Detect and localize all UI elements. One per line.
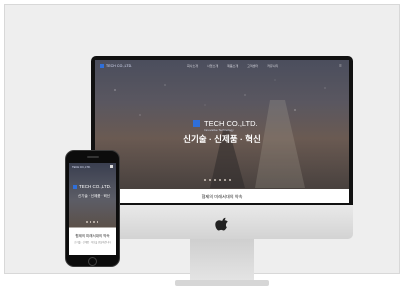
menu-icon[interactable]: ☰: [339, 64, 342, 68]
slider-dot[interactable]: [224, 179, 226, 181]
home-button[interactable]: [88, 257, 97, 266]
nav-item[interactable]: 커뮤니티: [267, 64, 278, 68]
desktop-navbar: TECH CO.,LTD. 회사소개 사업소개 제품소개 고객센터 커뮤니티 ☰: [95, 60, 349, 74]
slider-dot[interactable]: [86, 221, 88, 223]
hamburger-icon[interactable]: [110, 165, 113, 168]
slider-dot[interactable]: [229, 179, 231, 181]
slider-dot[interactable]: [93, 221, 95, 223]
slider-pagination: [204, 179, 231, 181]
phone-speaker: [87, 156, 99, 158]
nav-item[interactable]: 제품소개: [227, 64, 238, 68]
mobile-slider-pagination: [86, 221, 98, 223]
desktop-monitor: TECH CO.,LTD. 회사소개 사업소개 제품소개 고객센터 커뮤니티 ☰…: [91, 56, 353, 286]
nav-menu: 회사소개 사업소개 제품소개 고객센터 커뮤니티: [187, 64, 278, 68]
hero-title: 신기술 · 신제품 · 혁신: [183, 134, 261, 144]
slider-dot[interactable]: [214, 179, 216, 181]
monitor-stand-neck: [190, 239, 254, 281]
hero-brand-sub: Innovative Technology: [204, 128, 234, 132]
mockup-canvas: TECH CO.,LTD. 회사소개 사업소개 제품소개 고객센터 커뮤니티 ☰…: [4, 4, 400, 286]
nav-item[interactable]: 고객센터: [247, 64, 258, 68]
mobile-phone: TECH CO.,LTD. TECH CO.,LTD. 신기술 · 신제품 · …: [65, 150, 120, 267]
slider-dot[interactable]: [89, 221, 91, 223]
mobile-section-title: 협제의 미래서대의 약속: [75, 234, 110, 238]
mobile-screen: TECH CO.,LTD. TECH CO.,LTD. 신기술 · 신제품 · …: [69, 163, 116, 255]
slider-dot[interactable]: [209, 179, 211, 181]
mobile-tagline: 신기술 · 신제품 · 혁신: [78, 194, 110, 198]
mobile-section-sub: 신기술 · 신제품 · 혁신을 만들어갑니다: [74, 242, 111, 244]
logo-mark: [100, 64, 104, 68]
monitor-stand-foot: [175, 280, 269, 286]
site-logo[interactable]: TECH CO.,LTD.: [106, 64, 132, 68]
slider-dot[interactable]: [96, 221, 98, 223]
slider-dot[interactable]: [204, 179, 206, 181]
mobile-brand-name: TECH CO.,LTD.: [79, 184, 112, 189]
nav-item[interactable]: 회사소개: [187, 64, 198, 68]
brand-logo-square: [193, 120, 200, 127]
nav-item[interactable]: 사업소개: [207, 64, 218, 68]
desktop-screen: TECH CO.,LTD. 회사소개 사업소개 제품소개 고객센터 커뮤니티 ☰…: [95, 60, 349, 203]
slider-dot[interactable]: [219, 179, 221, 181]
mobile-brand-square: [73, 185, 77, 189]
hero-brand-name: TECH CO.,LTD.: [204, 119, 258, 128]
apple-logo-icon: [215, 217, 228, 231]
section-title: 협제의 미래서대의 약속: [201, 194, 243, 199]
mobile-logo[interactable]: TECH CO.,LTD.: [72, 166, 91, 169]
